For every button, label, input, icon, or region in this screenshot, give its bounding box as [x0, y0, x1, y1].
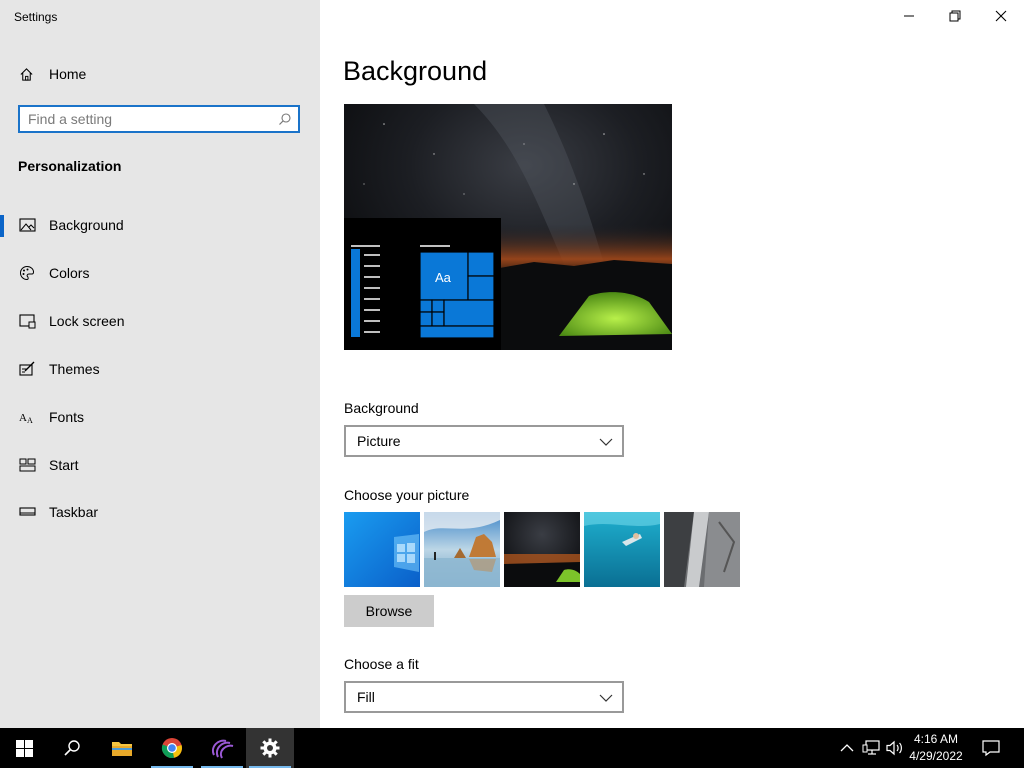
sidebar-item-start[interactable]: Start: [0, 445, 320, 485]
sidebar-item-label: Background: [49, 217, 124, 233]
preview-tile-label: Aa: [435, 270, 451, 285]
chrome-button[interactable]: [148, 728, 196, 768]
search-icon: [64, 740, 80, 756]
start-icon: [18, 456, 36, 474]
lock-screen-icon: [18, 312, 36, 330]
sidebar-item-label: Colors: [49, 265, 90, 281]
restore-icon: [949, 10, 961, 22]
background-preview: Aa: [344, 104, 672, 350]
preview-wallpaper: [344, 104, 672, 350]
chrome-icon: [161, 738, 182, 759]
action-center-button[interactable]: [982, 738, 1000, 758]
choose-fit-label: Choose a fit: [344, 656, 419, 672]
chevron-down-icon: [599, 435, 613, 447]
background-label: Background: [344, 400, 419, 416]
sidebar-item-background[interactable]: Background: [0, 205, 320, 245]
home-link[interactable]: Home: [18, 63, 86, 85]
picture-thumbnail-beach[interactable]: [424, 512, 500, 587]
volume-button[interactable]: [886, 738, 904, 758]
picture-icon: [18, 216, 36, 234]
home-icon: [18, 66, 34, 82]
sidebar-item-lock-screen[interactable]: Lock screen: [0, 301, 320, 341]
show-hidden-icons-button[interactable]: [838, 738, 856, 758]
themes-icon: [18, 360, 36, 378]
search-box[interactable]: [18, 105, 300, 133]
section-title: Personalization: [18, 158, 122, 174]
app-title: Settings: [14, 10, 58, 24]
search-input[interactable]: [28, 110, 268, 128]
sidebar-item-colors[interactable]: Colors: [0, 253, 320, 293]
selection-indicator: [0, 215, 4, 237]
sidebar-item-label: Themes: [49, 361, 100, 377]
sidebar-item-label: Lock screen: [49, 313, 125, 329]
settings-icon: [260, 738, 280, 758]
restore-button[interactable]: [932, 0, 978, 32]
sidebar-item-label: Taskbar: [49, 504, 99, 520]
clock[interactable]: 4:16 AM 4/29/2022: [906, 731, 966, 765]
clock-date: 4/29/2022: [909, 749, 963, 763]
browse-button[interactable]: Browse: [344, 595, 434, 627]
network-button[interactable]: [862, 738, 880, 758]
chevron-down-icon: [599, 691, 613, 703]
picture-thumbnail-night-tent[interactable]: [504, 512, 580, 587]
fonts-icon: AA: [18, 408, 36, 426]
close-icon: [995, 10, 1007, 22]
search-icon[interactable]: [278, 112, 292, 126]
svg-text:A: A: [27, 416, 33, 425]
picture-thumbnail-windows[interactable]: [344, 512, 420, 587]
file-explorer-icon: [112, 742, 132, 756]
palette-icon: [18, 264, 36, 282]
home-label: Home: [49, 66, 87, 82]
taskbar-icon: [18, 503, 36, 521]
taskbar: 4:16 AM 4/29/2022: [0, 728, 1024, 768]
fit-dropdown[interactable]: Fill: [344, 681, 624, 713]
choose-picture-label: Choose your picture: [344, 487, 470, 503]
sidebar: Settings Home Personalization Background…: [0, 0, 320, 728]
start-button[interactable]: [0, 728, 48, 768]
chevron-up-icon: [840, 744, 854, 752]
picture-thumbnail-rock[interactable]: [664, 512, 740, 587]
network-icon: [862, 740, 880, 755]
fit-value: Fill: [357, 689, 375, 705]
purple-app-icon: [212, 739, 234, 759]
minimize-button[interactable]: [886, 0, 932, 32]
windows-logo-icon: [15, 739, 33, 757]
sidebar-item-fonts[interactable]: AA Fonts: [0, 397, 320, 437]
page-title: Background: [343, 56, 488, 86]
sidebar-item-themes[interactable]: Themes: [0, 349, 320, 389]
sidebar-item-label: Start: [49, 457, 79, 473]
sidebar-item-label: Fonts: [49, 409, 85, 425]
picture-thumbnail-underwater[interactable]: [584, 512, 660, 587]
taskbar-search-button[interactable]: [48, 728, 96, 768]
svg-text:A: A: [19, 412, 27, 424]
sidebar-item-taskbar[interactable]: Taskbar: [0, 492, 320, 532]
notification-icon: [982, 740, 1000, 757]
minimize-icon: [904, 15, 914, 17]
close-button[interactable]: [978, 0, 1024, 32]
background-type-dropdown[interactable]: Picture: [344, 425, 624, 457]
background-type-value: Picture: [357, 433, 401, 449]
purple-app-button[interactable]: [198, 728, 246, 768]
clock-time: 4:16 AM: [913, 732, 959, 746]
file-explorer-button[interactable]: [98, 728, 146, 768]
volume-icon: [886, 740, 902, 756]
settings-button[interactable]: [246, 728, 294, 768]
